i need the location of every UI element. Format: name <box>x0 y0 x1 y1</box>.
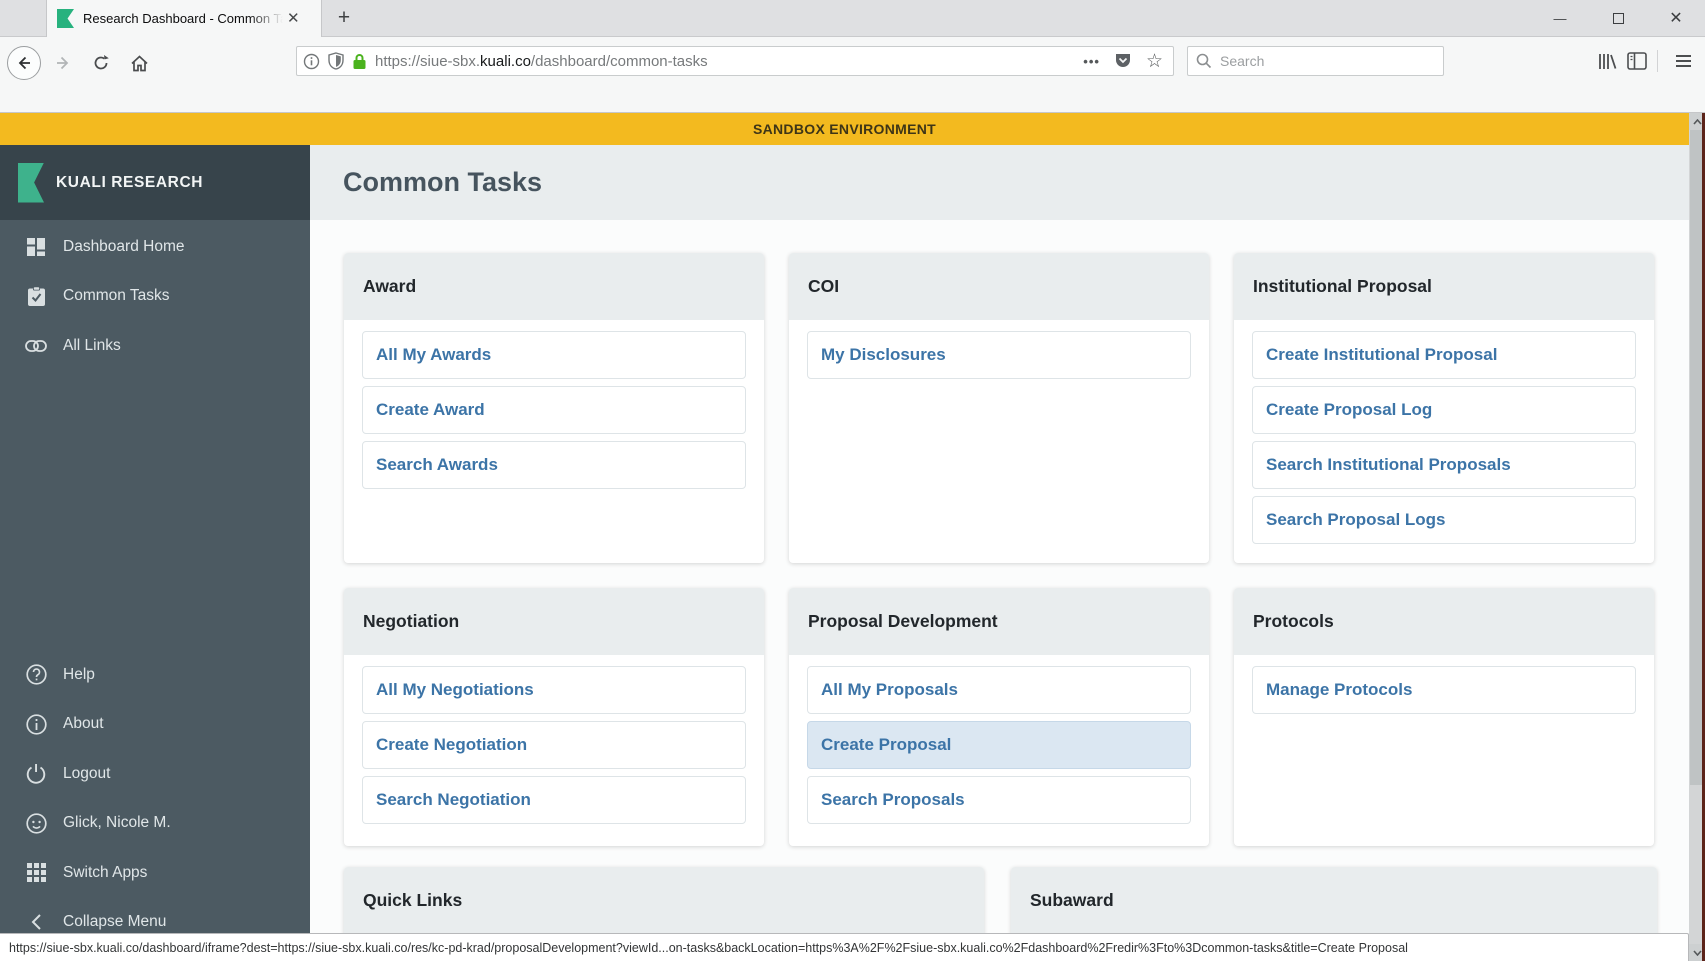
tracking-shield-icon[interactable] <box>328 52 344 70</box>
card-negotiation-header: Negotiation <box>344 588 764 655</box>
link-all-my-negotiations[interactable]: All My Negotiations <box>362 666 746 714</box>
page-title: Common Tasks <box>343 167 543 197</box>
kuali-logo-icon <box>18 162 44 203</box>
browser-titlebar: Research Dashboard - Common Tasks ✕ + — … <box>0 0 1705 37</box>
search-icon <box>1196 53 1212 69</box>
card-proposal-development-header: Proposal Development <box>789 588 1209 655</box>
card-institutional-proposal-header: Institutional Proposal <box>1234 253 1654 320</box>
sidebar-item-all-links[interactable]: All Links <box>0 321 310 371</box>
sidebar-item-logout[interactable]: Logout <box>0 749 310 799</box>
link-search-negotiation[interactable]: Search Negotiation <box>362 776 746 824</box>
tab-close-icon[interactable]: ✕ <box>287 11 300 26</box>
bookmarks-bar <box>0 89 1705 113</box>
library-icon[interactable] <box>1597 52 1617 71</box>
page-info-icon[interactable] <box>303 53 320 70</box>
toolbar-separator <box>1657 50 1658 72</box>
page-actions-icon[interactable]: ••• <box>1083 54 1100 69</box>
banner-text: SANDBOX ENVIRONMENT <box>752 121 937 137</box>
sidebar-item-help[interactable]: Help <box>0 650 310 700</box>
brand-name: KUALI RESEARCH <box>56 173 204 191</box>
card-proposal-development: Proposal Development All My Proposals Cr… <box>789 588 1209 846</box>
link-create-award[interactable]: Create Award <box>362 386 746 434</box>
card-coi-header: COI <box>789 253 1209 320</box>
card-coi: COI My Disclosures <box>789 253 1209 563</box>
card-institutional-proposal: Institutional Proposal Create Institutio… <box>1234 253 1654 563</box>
sidebar-item-switch-apps[interactable]: Switch Apps <box>0 848 310 898</box>
new-tab-button[interactable]: + <box>331 6 357 32</box>
search-placeholder: Search <box>1220 53 1265 69</box>
sidebar: KUALI RESEARCH Dashboard Home Common Tas… <box>0 145 310 961</box>
sidebar-item-dashboard-home[interactable]: Dashboard Home <box>0 222 310 272</box>
window-minimize-button[interactable]: — <box>1531 0 1589 36</box>
back-button[interactable] <box>7 46 41 80</box>
kuali-favicon-icon <box>57 9 74 28</box>
browser-tab[interactable]: Research Dashboard - Common Tasks ✕ <box>46 0 322 37</box>
brand-header: KUALI RESEARCH <box>0 145 310 220</box>
search-box[interactable]: Search <box>1187 46 1444 76</box>
status-bar: https://siue-sbx.kuali.co/dashboard/ifra… <box>0 933 1689 961</box>
link-search-awards[interactable]: Search Awards <box>362 441 746 489</box>
help-icon <box>25 664 47 686</box>
link-create-institutional-proposal[interactable]: Create Institutional Proposal <box>1252 331 1636 379</box>
tab-title: Research Dashboard - Common Tasks <box>83 9 283 28</box>
card-protocols: Protocols Manage Protocols <box>1234 588 1654 846</box>
dashboard-icon <box>25 236 47 258</box>
main-content: Common Tasks Award All My Awards Create … <box>310 145 1689 961</box>
link-preview-url: https://siue-sbx.kuali.co/dashboard/ifra… <box>9 940 1408 955</box>
page-title-band: Common Tasks <box>310 145 1689 220</box>
window-close-button[interactable]: ✕ <box>1647 0 1705 36</box>
browser-navbar: https://siue-sbx.kuali.co/dashboard/comm… <box>0 37 1705 89</box>
url-bar[interactable]: https://siue-sbx.kuali.co/dashboard/comm… <box>296 46 1174 76</box>
card-award-header: Award <box>344 253 764 320</box>
card-subaward-header: Subaward <box>1011 867 1657 934</box>
about-icon <box>25 713 47 735</box>
maximize-icon <box>1612 12 1624 24</box>
link-icon <box>25 335 47 357</box>
link-my-disclosures[interactable]: My Disclosures <box>807 331 1191 379</box>
power-icon <box>25 763 47 785</box>
pocket-icon[interactable] <box>1114 52 1132 70</box>
bookmark-star-icon[interactable]: ☆ <box>1146 52 1163 71</box>
link-create-proposal-log[interactable]: Create Proposal Log <box>1252 386 1636 434</box>
link-all-my-proposals[interactable]: All My Proposals <box>807 666 1191 714</box>
tasks-icon <box>25 285 47 307</box>
card-negotiation: Negotiation All My Negotiations Create N… <box>344 588 764 846</box>
secure-lock-icon[interactable] <box>352 53 367 70</box>
sandbox-environment-banner: SANDBOX ENVIRONMENT <box>0 113 1689 145</box>
link-manage-protocols[interactable]: Manage Protocols <box>1252 666 1636 714</box>
sidebar-toggle-icon[interactable] <box>1627 52 1647 70</box>
url-text: https://siue-sbx.kuali.co/dashboard/comm… <box>375 52 708 70</box>
link-search-institutional-proposals[interactable]: Search Institutional Proposals <box>1252 441 1636 489</box>
link-create-proposal[interactable]: Create Proposal <box>807 721 1191 769</box>
sidebar-item-common-tasks[interactable]: Common Tasks <box>0 272 310 322</box>
sidebar-item-user[interactable]: Glick, Nicole M. <box>0 799 310 849</box>
card-quick-links-header: Quick Links <box>344 867 984 934</box>
link-all-my-awards[interactable]: All My Awards <box>362 331 746 379</box>
card-protocols-header: Protocols <box>1234 588 1654 655</box>
reload-button[interactable] <box>85 47 117 79</box>
card-award: Award All My Awards Create Award Search … <box>344 253 764 563</box>
home-button[interactable] <box>123 47 155 79</box>
link-search-proposal-logs[interactable]: Search Proposal Logs <box>1252 496 1636 544</box>
apps-grid-icon <box>25 862 47 884</box>
link-create-negotiation[interactable]: Create Negotiation <box>362 721 746 769</box>
user-icon <box>25 812 47 834</box>
link-search-proposals[interactable]: Search Proposals <box>807 776 1191 824</box>
window-maximize-button[interactable] <box>1589 0 1647 36</box>
chevron-left-icon <box>25 911 47 933</box>
forward-button[interactable] <box>47 47 79 79</box>
sidebar-item-about[interactable]: About <box>0 700 310 750</box>
menu-icon[interactable] <box>1668 55 1699 67</box>
